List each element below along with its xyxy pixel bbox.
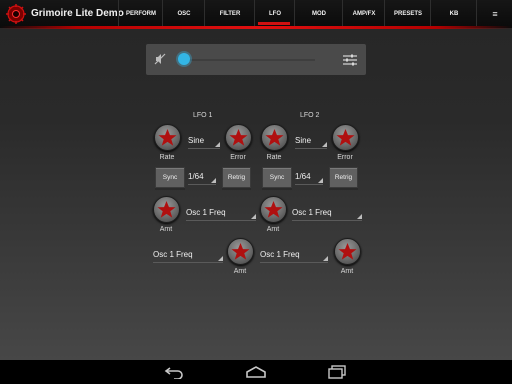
lfo1-error-label: Error [230,154,246,161]
mute-icon[interactable] [153,52,167,66]
star-icon [264,200,283,218]
lfo1-dest2-select[interactable]: Osc 1 Freq [153,248,223,263]
lfo2-amt2-knob[interactable] [334,238,361,265]
lfo1-amt2-knob[interactable] [227,238,254,265]
lfo1-sync-button[interactable]: Sync [155,167,185,188]
tab-kb[interactable]: KB [430,0,477,26]
lfo2-sync-button[interactable]: Sync [262,167,292,188]
lfo1-retrig-shadow [222,188,251,190]
lfo2-dest2-select[interactable]: Osc 1 Freq [260,248,328,263]
lfo2-amt2-label: Amt [340,268,354,275]
lfo1-dest1-select[interactable]: Osc 1 Freq [186,206,256,221]
lfo2-dest1-value: Osc 1 Freq [292,208,332,217]
home-icon[interactable] [245,366,267,378]
lfo2-division-select[interactable]: 1/64 [295,170,323,185]
star-icon [338,242,357,260]
lfo1-retrig-button[interactable]: Retrig [222,167,251,188]
lfo2-rate-knob[interactable] [261,124,288,151]
tab-ampfx[interactable]: AMP/FX [342,0,385,26]
lfo1-waveform-value: Sine [188,136,205,145]
app-title: Grimoire Lite Demo [31,8,124,19]
lfo1-division-select[interactable]: 1/64 [188,170,216,185]
app-logo-icon [6,4,26,24]
lfo1-amt2-label: Amt [233,268,247,275]
lfo1-amt-label: Amt [159,226,173,233]
lfo2-amt-label: Amt [266,226,280,233]
sliders-settings-icon[interactable] [342,52,358,68]
lfo2-retrig-shadow [329,188,358,190]
star-icon [157,200,176,218]
lfo1-sync-shadow [155,188,185,190]
tab-osc[interactable]: OSC [162,0,205,26]
lfo2-rate-label: Rate [266,154,282,161]
lfo2-dest2-value: Osc 1 Freq [260,250,300,259]
tab-presets[interactable]: PRESETS [384,0,431,26]
lfo1-amt-knob[interactable] [153,196,180,223]
star-icon [231,242,250,260]
lfo2-waveform-select[interactable]: Sine [295,134,327,149]
lfo2-waveform-value: Sine [295,136,312,145]
lfo2-division-value: 1/64 [295,172,311,181]
lfo1-dest2-value: Osc 1 Freq [153,250,193,259]
lfo1-division-value: 1/64 [188,172,204,181]
tab-perform[interactable]: PERFORM [118,0,163,26]
lfo1-title: LFO 1 [193,112,213,119]
lfo2-error-label: Error [337,154,353,161]
lfo2-error-knob[interactable] [332,124,359,151]
lfo2-dest1-select[interactable]: Osc 1 Freq [292,206,362,221]
red-glow-divider [0,26,512,29]
tab-filter[interactable]: FILTER [204,0,255,26]
overflow-menu-icon[interactable]: ≡ [476,0,512,26]
lfo2-sync-shadow [262,188,292,190]
lfo1-rate-label: Rate [159,154,175,161]
lfo2-title: LFO 2 [300,112,320,119]
lfo2-retrig-button[interactable]: Retrig [329,167,358,188]
star-icon [265,128,284,146]
star-icon [336,128,355,146]
lfo2-amt-knob[interactable] [260,196,287,223]
star-icon [229,128,248,146]
star-icon [158,128,177,146]
lfo1-dest1-value: Osc 1 Freq [186,208,226,217]
volume-slider-track[interactable] [185,59,315,61]
active-tab-indicator [258,22,290,25]
lfo1-rate-knob[interactable] [154,124,181,151]
lfo1-waveform-select[interactable]: Sine [188,134,220,149]
tab-mod[interactable]: MOD [294,0,343,26]
recents-icon[interactable] [327,365,347,379]
back-icon[interactable] [164,365,186,379]
lfo1-error-knob[interactable] [225,124,252,151]
volume-slider-thumb[interactable] [178,53,190,65]
